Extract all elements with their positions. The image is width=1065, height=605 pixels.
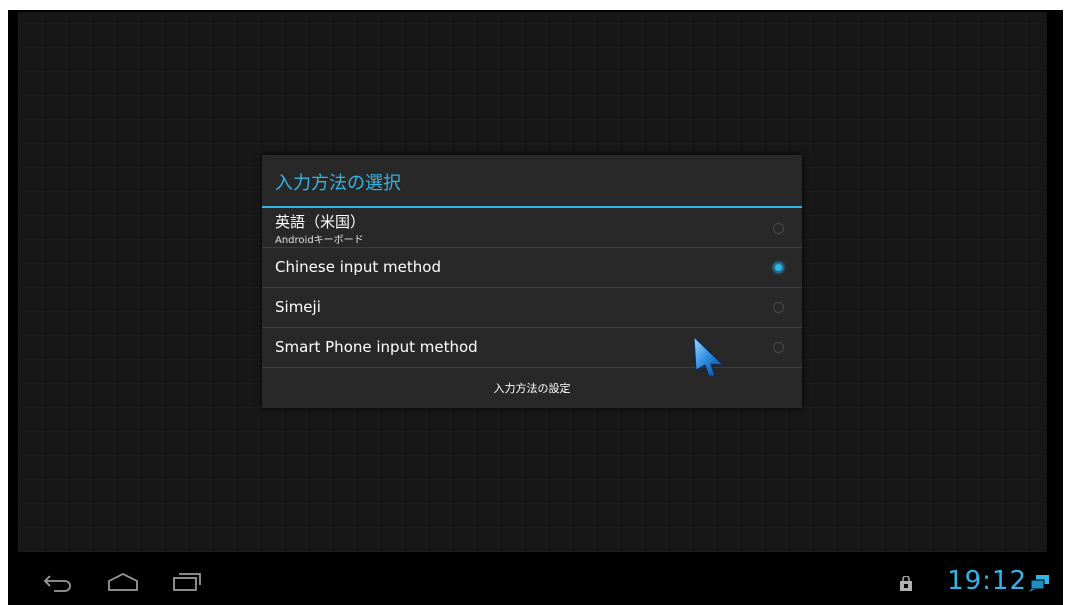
mouse-pointer-icon: [690, 334, 726, 382]
option-label: Smart Phone input method: [275, 338, 478, 356]
option-label: Chinese input method: [275, 258, 441, 276]
option-label: Simeji: [275, 298, 321, 316]
navigation-bar: 19:12: [8, 562, 1063, 605]
input-method-option-simeji[interactable]: Simeji: [262, 288, 802, 328]
radio-button[interactable]: [773, 342, 784, 353]
shopping-bag-icon[interactable]: [899, 575, 913, 596]
dialog-title-text: 入力方法の選択: [275, 172, 401, 194]
radio-button-selected[interactable]: [773, 262, 784, 273]
option-label: 英語（米国）: [275, 213, 366, 231]
settings-label: 入力方法の設定: [493, 382, 571, 395]
input-method-option-chinese[interactable]: Chinese input method: [262, 248, 802, 288]
clock[interactable]: 19:12: [947, 566, 1027, 596]
home-icon[interactable]: [107, 572, 139, 596]
recents-icon[interactable]: [172, 572, 202, 596]
notification-icon[interactable]: [1029, 574, 1051, 596]
back-icon[interactable]: [42, 572, 72, 596]
radio-button[interactable]: [773, 302, 784, 313]
input-method-option-english[interactable]: 英語（米国） Androidキーボード: [262, 208, 802, 248]
option-sublabel: Androidキーボード: [275, 235, 364, 246]
dialog-title: 入力方法の選択: [262, 155, 802, 206]
radio-button[interactable]: [773, 223, 784, 234]
